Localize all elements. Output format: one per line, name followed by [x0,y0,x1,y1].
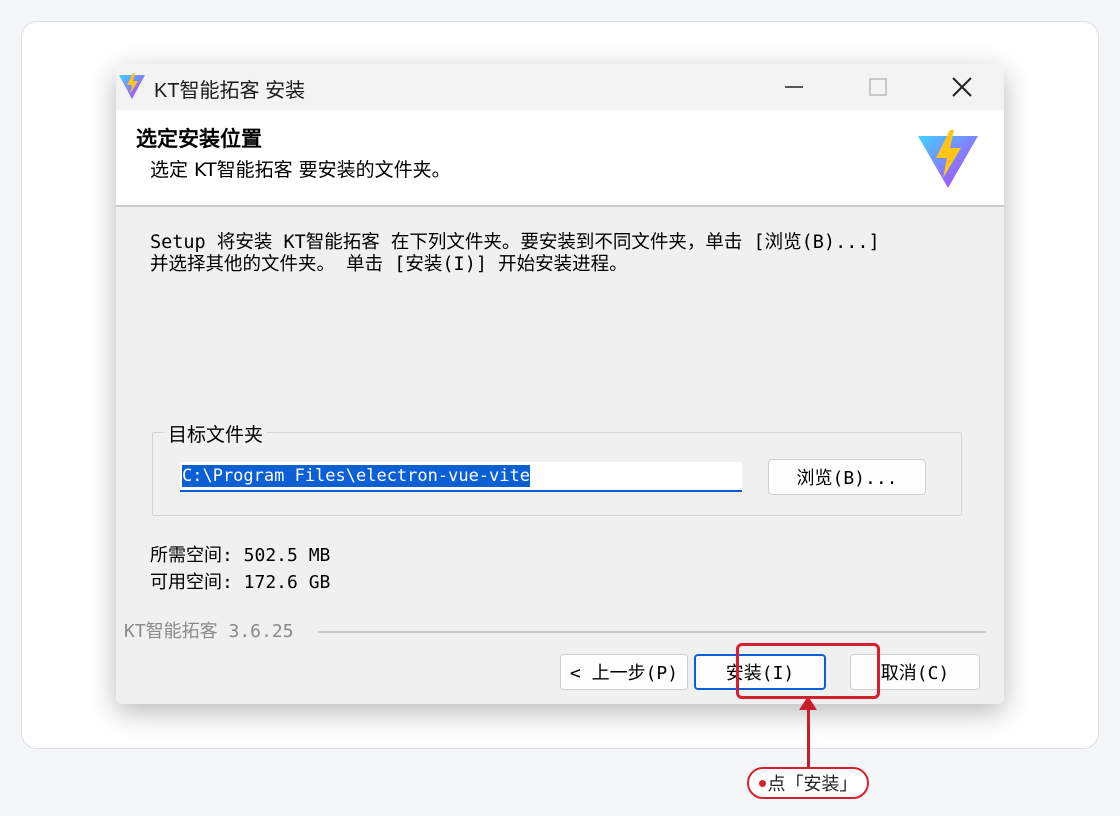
vite-logo-icon [918,130,978,188]
description-line: 并选择其他的文件夹。 单击 [安装(I)] 开始安装进程。 [150,254,628,275]
annotation-arrow [807,705,810,767]
browse-button[interactable]: 浏览(B)... [768,459,926,495]
minimize-icon [785,86,803,88]
install-highlight-box [736,643,880,699]
close-button[interactable] [920,64,1004,110]
annotation-callout: 点「安装」 [747,767,869,799]
maximize-button[interactable] [836,64,920,110]
header-panel: 选定安装位置 选定 KT智能拓客 要安装的文件夹。 [116,110,1004,207]
description-line: Setup 将安装 KT智能拓客 在下列文件夹。要安装到不同文件夹，单击 [浏览… [150,232,880,253]
title-bar[interactable]: KT智能拓客 安装 [116,64,1004,110]
installer-window: KT智能拓客 安装 选定安装位置 选定 KT智能拓客 要安装的文件夹。 Setu… [116,64,1004,704]
footer-divider [318,631,986,633]
description-text: Setup 将安装 KT智能拓客 在下列文件夹。要安装到不同文件夹，单击 [浏览… [150,232,980,276]
page-subtitle: 选定 KT智能拓客 要安装的文件夹。 [150,159,451,181]
close-icon [952,77,972,97]
bullet-dot-icon [758,779,766,787]
version-label: KT智能拓客 3.6.25 [124,621,294,642]
destination-group-label: 目标文件夹 [164,420,268,447]
space-available: 可用空间: 172.6 GB [150,572,331,593]
space-info: 所需空间: 502.5 MB 可用空间: 172.6 GB [150,542,330,596]
vite-logo-icon [119,73,145,99]
path-value: C:\Program Files\electron-vue-vite [182,465,530,487]
space-required: 所需空间: 502.5 MB [150,545,331,566]
destination-path-input[interactable]: C:\Program Files\electron-vue-vite [180,462,742,492]
back-button[interactable]: < 上一步(P) [560,654,688,690]
callout-text: 点「安装」 [767,774,858,795]
page-title: 选定安装位置 [136,127,262,151]
minimize-button[interactable] [752,64,836,110]
maximize-icon [869,78,887,96]
window-title: KT智能拓客 安装 [154,80,306,102]
